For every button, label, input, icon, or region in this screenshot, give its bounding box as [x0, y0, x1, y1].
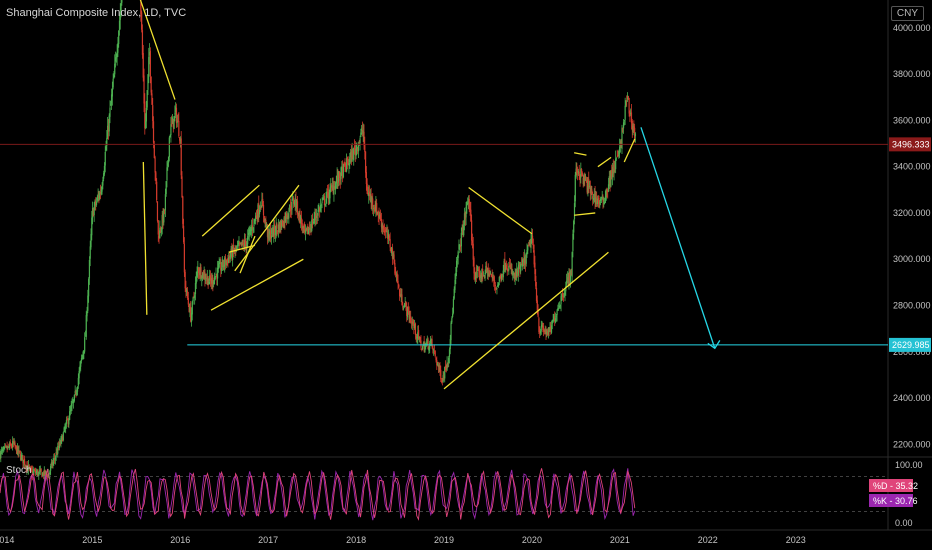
candle-body: [476, 271, 478, 278]
candle-body: [181, 176, 183, 198]
candle-body: [389, 238, 391, 248]
candle-body: [156, 201, 159, 221]
time-tick-label: 2015: [82, 535, 102, 545]
trendline: [468, 186, 533, 235]
candle-body: [156, 181, 158, 201]
candle-body: [457, 251, 459, 259]
trendline: [623, 138, 636, 163]
stoch-tick-label: 0.00: [895, 518, 913, 528]
candle-body: [121, 0, 123, 3]
candle-body: [452, 298, 455, 313]
candle-body: [421, 346, 424, 350]
time-tick-label: 2020: [522, 535, 542, 545]
time-tick-label: 2017: [258, 535, 278, 545]
price-tick-label: 3200.000: [893, 208, 931, 218]
trendline: [142, 162, 148, 315]
time-tick-label: 2014: [0, 535, 14, 545]
candle-body: [496, 288, 498, 289]
candle-body: [420, 340, 422, 348]
candle-body: [440, 369, 442, 380]
candle-body: [296, 201, 299, 215]
price-tick-label: 2800.000: [893, 301, 931, 311]
trendline: [574, 152, 587, 156]
candle-body: [112, 78, 114, 88]
candle-body: [33, 471, 35, 473]
candle-body: [291, 199, 293, 210]
candle-body: [615, 157, 618, 159]
price-level-label: 2629.985: [892, 340, 930, 350]
candle-body: [183, 243, 185, 273]
candle-body: [624, 105, 626, 120]
candle-body: [65, 419, 68, 425]
price-tick-label: 3400.000: [893, 162, 931, 172]
price-tick-label: 3600.000: [893, 115, 931, 125]
candle-body: [450, 322, 452, 341]
candle-body: [451, 318, 453, 323]
candle-body: [434, 350, 436, 357]
time-tick-label: 2021: [610, 535, 630, 545]
stoch-value-label: %D - 35.32: [873, 481, 918, 491]
trendline: [443, 251, 609, 390]
time-tick-label: 2023: [786, 535, 806, 545]
candle-body: [73, 394, 75, 401]
time-tick-label: 2018: [346, 535, 366, 545]
candle-body: [494, 285, 496, 287]
price-chart[interactable]: 4000.000 3800.000 3600.000 3400.000 3200.000…: [0, 0, 932, 550]
chart-title: Shanghai Composite Index, 1D, TVC: [6, 7, 187, 19]
candle-body: [634, 133, 637, 137]
candle-body: [276, 224, 278, 229]
candle-body: [62, 432, 64, 441]
candle-body: [154, 157, 156, 173]
time-tick-label: 2019: [434, 535, 454, 545]
stoch-tick-label: 100.00: [895, 460, 923, 470]
stoch-title: Stoch: [6, 465, 32, 476]
candle-body: [364, 145, 366, 152]
candle-body: [556, 310, 558, 316]
time-tick-label: 2022: [698, 535, 718, 545]
candle-body: [71, 403, 73, 407]
price-tick-label: 4000.000: [893, 23, 931, 33]
candle-body: [109, 107, 111, 117]
candle-body: [398, 284, 400, 288]
price-tick-label: 2400.000: [893, 393, 931, 403]
time-tick-label: 2016: [170, 535, 190, 545]
candle-body: [321, 201, 323, 204]
candle-body: [397, 280, 399, 284]
price-tick-label: 2200.000: [893, 439, 931, 449]
projection-arrow: [640, 127, 716, 349]
candle-body: [262, 204, 265, 216]
candle-body: [104, 151, 106, 166]
candle-body: [288, 212, 290, 219]
price-level-label: 3496.333: [892, 139, 930, 149]
trendline: [597, 156, 612, 168]
candle-body: [402, 308, 405, 310]
candle-body: [414, 323, 417, 335]
stoch-value-label: %K - 30.76: [873, 496, 918, 506]
candle-body: [168, 137, 170, 158]
candle-body: [178, 120, 180, 136]
candle-body: [359, 138, 361, 144]
price-tick-label: 3800.000: [893, 69, 931, 79]
candle-body: [187, 297, 189, 305]
trendline: [574, 212, 596, 216]
candle-body: [111, 88, 113, 97]
candle-body: [84, 337, 86, 352]
candle-body: [40, 468, 42, 472]
currency-label[interactable]: CNY: [890, 6, 924, 21]
candle-body: [152, 121, 155, 143]
candle-body: [149, 50, 151, 77]
price-tick-label: 3000.000: [893, 254, 931, 264]
